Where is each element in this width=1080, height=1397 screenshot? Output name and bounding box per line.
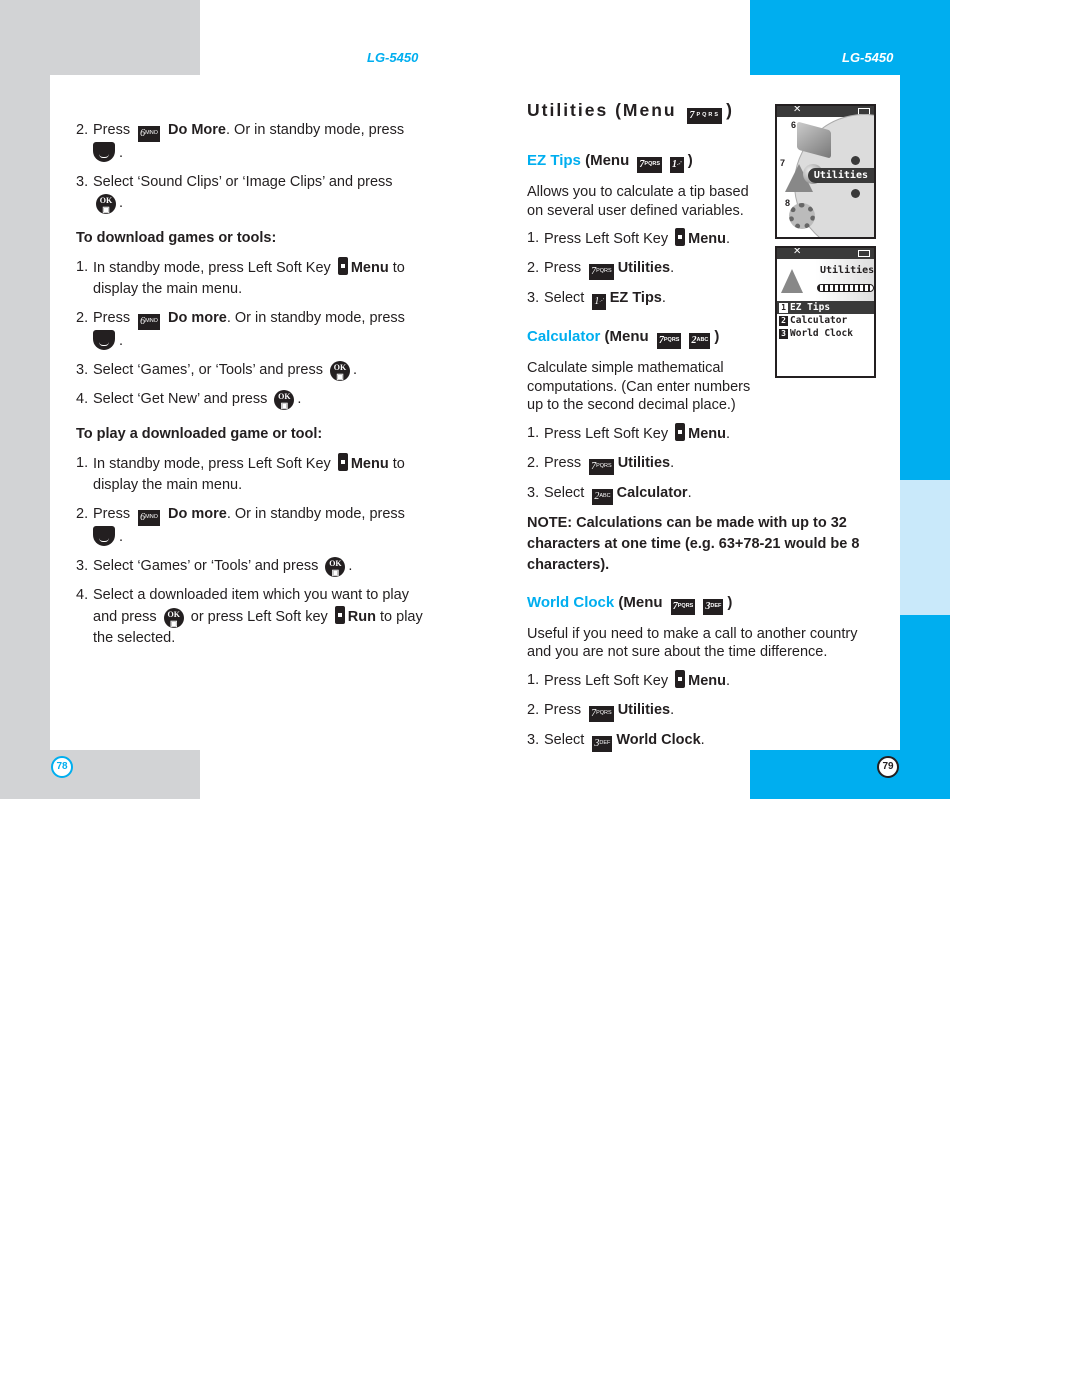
download-step-3: 3. Select ‘Games’, or ‘Tools’ and press …: [76, 361, 358, 381]
key-3-icon: 3DEF: [703, 598, 724, 615]
shapes-icon: [781, 269, 803, 293]
menu-item-world-clock[interactable]: 3 World Clock: [777, 327, 874, 340]
antenna-icon: ✕: [793, 246, 802, 257]
left-page-content: 2. Press 6MNO Do More. Or in standby mod…: [76, 120, 436, 657]
intro-step-2: 2. Press 6MNO Do More. Or in standby mod…: [76, 122, 405, 162]
key-7-icon: 7PQRS: [656, 333, 682, 349]
play-step-4: 4. Select a downloaded item which you wa…: [76, 587, 423, 646]
page-number-left: 78: [51, 756, 73, 778]
left-soft-key-icon: [337, 453, 348, 471]
phone-screen-utilities-menu: ✕ Utilities 1 EZ Tips 2 Calculator 3 World …: [775, 246, 876, 378]
left-soft-key-icon: [334, 606, 345, 624]
arrow-down-icon: [851, 189, 860, 198]
world-clock-step-2: 2. Press 7PQRS Utilities.: [527, 700, 897, 722]
arrow-up-icon: [851, 156, 860, 165]
nav-down-key-icon: [93, 142, 115, 162]
left-soft-key-icon: [675, 669, 686, 688]
right-page-margin-bar-upper: [900, 75, 950, 480]
key-7-icon: 7PQRS: [670, 598, 696, 615]
download-step-1: 1. In standby mode, press Left Soft Key …: [76, 257, 405, 297]
ok-key-icon: OK ▣: [274, 390, 295, 410]
calculator-description: Calculate simple mathematical computatio…: [527, 360, 751, 413]
left-soft-key-icon: [675, 228, 686, 246]
ok-key-icon: OK ▣: [163, 608, 184, 628]
left-page-corner-top: [0, 0, 200, 75]
key-2-icon: 2ABC: [689, 333, 711, 349]
gear-icon: [789, 203, 815, 229]
key-7-icon: 7PQRS: [589, 705, 614, 722]
key-6-icon: 6MNO: [138, 314, 160, 330]
calculator-step-2: 2. Press 7PQRS Utilities.: [527, 453, 897, 475]
utilities-header: Utilities: [777, 259, 874, 301]
utilities-title: Utilities: [820, 265, 875, 276]
play-step-3: 3. Select ‘Games’ or ‘Tools’ and press O…: [76, 557, 353, 577]
nav-down-key-icon: [93, 526, 115, 546]
nav-down-key-icon: [93, 330, 115, 350]
key-1-icon: 1.-': [670, 157, 684, 173]
status-bar: ✕: [777, 248, 874, 259]
scroll-indicator: [817, 284, 874, 292]
world-clock-heading: World Clock (Menu 7PQRS 3DEF): [527, 592, 897, 615]
download-step-2: 2. Press 6MNO Do more. Or in standby mod…: [76, 310, 405, 350]
section-tab[interactable]: Menu Features: [900, 480, 950, 615]
ez-tips-description: Allows you to calculate a tip based on s…: [527, 184, 749, 219]
ok-key-icon: OK ▣: [325, 557, 346, 577]
menu-item-calculator[interactable]: 2 Calculator: [777, 314, 874, 327]
battery-icon: [858, 250, 870, 257]
download-heading: To download games or tools:: [76, 230, 277, 246]
highlighted-menu-label: Utilities: [807, 168, 874, 183]
world-clock-step-3: 3. Select 3DEF World Clock.: [527, 730, 897, 752]
world-clock-step-1: 1. Press Left Soft Key Menu.: [527, 669, 731, 689]
play-step-1: 1. In standby mode, press Left Soft Key …: [76, 453, 405, 493]
calculator-step-1: 1. Press Left Soft Key Menu.: [527, 422, 731, 442]
right-page-margin-bar-lower: [900, 615, 950, 750]
left-page-corner-bottom: [0, 750, 200, 799]
antenna-icon: ✕: [793, 104, 802, 115]
world-clock-description: Useful if you need to make a call to ano…: [527, 625, 858, 661]
play-heading: To play a downloaded game or tool:: [76, 426, 323, 442]
model-header-right: LG-5450: [842, 50, 894, 65]
calculator-step-3: 3. Select 2ABC Calculator.: [527, 483, 897, 505]
left-page-margin-bar: [0, 75, 50, 750]
model-header-left: LG-5450: [367, 50, 419, 65]
intro-step-3: 3. Select ‘Sound Clips’ or ‘Image Clips’…: [76, 174, 393, 214]
play-step-2: 2. Press 6MNO Do more. Or in standby mod…: [76, 506, 405, 546]
key-7-icon: 7PQRS: [687, 108, 723, 124]
left-soft-key-icon: [675, 422, 686, 441]
phone-screen-main-menu: ✕ 6 7 8 Utilities: [775, 104, 876, 239]
ok-key-icon: OK ▣: [96, 194, 116, 214]
ok-key-icon: OK ▣: [329, 361, 350, 381]
menu-item-ez-tips[interactable]: 1 EZ Tips: [777, 301, 874, 314]
key-7-icon: 7PQRS: [589, 264, 614, 280]
download-step-4: 4. Select ‘Get New’ and press OK ▣.: [76, 390, 302, 410]
key-6-icon: 6MNO: [138, 126, 160, 142]
key-3-icon: 3DEF: [592, 735, 613, 752]
key-1-icon: 1.-': [592, 294, 606, 310]
calculator-note: NOTE: Calculations can be made with up t…: [527, 514, 860, 573]
left-soft-key-icon: [337, 257, 348, 275]
key-6-icon: 6MNO: [138, 510, 160, 526]
key-7-icon: 7PQRS: [589, 458, 614, 475]
key-7-icon: 7PQRS: [637, 157, 663, 173]
key-2-icon: 2ABC: [592, 488, 613, 505]
